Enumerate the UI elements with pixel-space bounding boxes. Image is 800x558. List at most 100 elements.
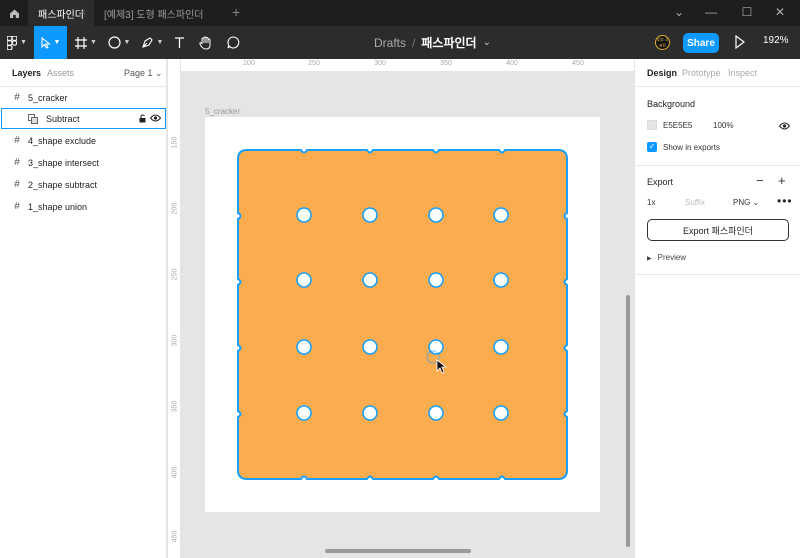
toolbar: ▼ ▼ ▼ ▼ ▼ Drafts / 패스파인더 ⌄ 부부 소프트 Share … [0,26,800,59]
preview-toggle[interactable]: ▶ Preview [647,253,686,262]
ruler-tick-label: 250 [171,268,179,281]
play-icon [735,34,745,50]
maximize-icon[interactable]: ☐ [739,5,755,19]
chevron-down-icon: ▼ [123,39,131,46]
background-section-title: Background [647,99,696,109]
ruler-tick-label: 450 [171,530,179,543]
new-tab-icon[interactable]: + [232,5,240,19]
move-tool-button[interactable]: ▼ [34,26,67,59]
ruler-tick-label: 200 [243,60,255,67]
tab-close-icon[interactable]: × [80,7,86,19]
pen-tool-button[interactable]: ▼ [138,26,166,59]
show-in-exports-label: Show in exports [663,143,720,152]
page-selector[interactable]: Page 1 ⌄ [124,68,163,79]
cracker-outline[interactable] [237,149,568,480]
home-button[interactable] [0,0,28,26]
layers-panel-tabs: Layers Assets Page 1 ⌄ [0,59,166,87]
background-color-swatch[interactable] [647,120,657,130]
properties-panel-tabs: Design Prototype Inspect [635,59,800,87]
ruler-tick-label: 300 [171,334,179,347]
file-name[interactable]: 패스파인더 [421,34,476,51]
export-button[interactable]: Export 패스파인더 [647,219,789,241]
tab-layers[interactable]: Layers [12,68,41,78]
chevron-down-icon[interactable]: ⌄ [671,5,687,19]
frame-icon: # [14,92,20,103]
chevron-down-icon: ▼ [53,39,61,46]
caret-right-icon: ▶ [647,256,652,262]
cracker-hole [493,207,509,223]
frame-icon: # [14,135,20,146]
shape-tool-button[interactable]: ▼ [104,26,134,59]
layer-label: 4_shape exclude [28,135,97,146]
eye-icon[interactable] [149,114,162,124]
layer-label: 5_cracker [28,92,68,103]
tab-prototype[interactable]: Prototype [682,68,721,78]
frame-icon [75,36,88,49]
frame-label[interactable]: 5_cracker [205,107,240,116]
layer-item[interactable]: # 3_shape intersect [0,152,167,173]
cracker-hole [296,207,312,223]
breadcrumb-drafts[interactable]: Drafts [374,36,406,50]
share-button[interactable]: Share [683,33,719,53]
ruler-tick-label: 450 [572,60,584,67]
tab-design[interactable]: Design [647,68,677,78]
layer-item[interactable]: # 1_shape union [0,196,167,217]
more-options-icon[interactable]: ••• [777,194,793,208]
layer-item[interactable]: # 2_shape subtract [0,174,167,195]
zoom-dropdown[interactable]: 192% [763,35,789,46]
eye-icon[interactable] [778,121,791,133]
present-button[interactable] [735,34,745,50]
layer-label: 1_shape union [28,201,88,212]
main-menu-button[interactable]: ▼ [2,26,32,59]
tab-example3[interactable]: [예제3] 도형 패스파인더 [94,0,222,26]
breadcrumb-separator: / [412,35,416,50]
close-icon[interactable]: ✕ [772,5,788,19]
breadcrumb: Drafts / 패스파인더 ⌄ [374,26,491,59]
cracker-hole [362,207,378,223]
layer-label: 3_shape intersect [28,157,100,168]
layer-item-selected[interactable]: Subtract [1,108,166,129]
ruler-tick-label: 150 [171,136,179,149]
export-format-dropdown[interactable]: PNG ⌄ [733,198,759,207]
avatar-text: 부부 소프트 [656,36,669,48]
chevron-down-icon: ▼ [156,39,164,46]
layer-item[interactable]: # 4_shape exclude [0,130,167,151]
cracker-shape[interactable] [205,117,600,512]
cracker-hole [428,272,444,288]
frame-icon: # [14,201,20,212]
frame-tool-button[interactable]: ▼ [72,26,100,59]
remove-export-icon[interactable]: − [756,174,764,187]
show-in-exports-checkbox[interactable]: ✓ [647,142,657,152]
vertical-scrollbar[interactable] [626,295,630,547]
add-export-icon[interactable]: + [778,174,786,187]
cracker-hole [296,272,312,288]
tab-assets[interactable]: Assets [47,68,74,78]
horizontal-scrollbar[interactable] [325,549,471,553]
tab-passfinder[interactable]: 패스파인더 × [28,0,94,26]
divider [635,165,800,166]
frame-icon: # [14,179,20,190]
export-suffix-input[interactable]: Suffix [685,198,705,207]
background-hex-value[interactable]: E5E5E5 [663,121,692,130]
tab-label: 패스파인더 [38,9,84,21]
cracker-hole [296,339,312,355]
export-scale-dropdown[interactable]: 1x [647,198,655,207]
properties-panel: Design Prototype Inspect Background E5E5… [634,59,800,558]
minimize-icon[interactable]: — [703,5,719,19]
cracker-hole [362,405,378,421]
chevron-down-icon[interactable]: ⌄ [483,37,491,48]
canvas[interactable]: 5_cracker 200 250 300 350 400 450 150 20… [168,59,634,558]
hand-tool-button[interactable] [194,26,216,59]
cracker-hole [493,339,509,355]
layer-label: 2_shape subtract [28,179,98,190]
background-opacity-value[interactable]: 100% [713,121,733,130]
tab-inspect[interactable]: Inspect [728,68,757,78]
text-tool-button[interactable] [168,26,190,59]
preview-label: Preview [657,253,687,262]
cracker-hole [493,272,509,288]
unlock-icon[interactable] [139,114,147,125]
comment-tool-button[interactable] [222,26,244,59]
avatar[interactable]: 부부 소프트 [655,35,670,50]
layer-item[interactable]: # 5_cracker [0,87,167,108]
ruler-left: 150 200 250 300 350 400 450 [168,59,181,558]
